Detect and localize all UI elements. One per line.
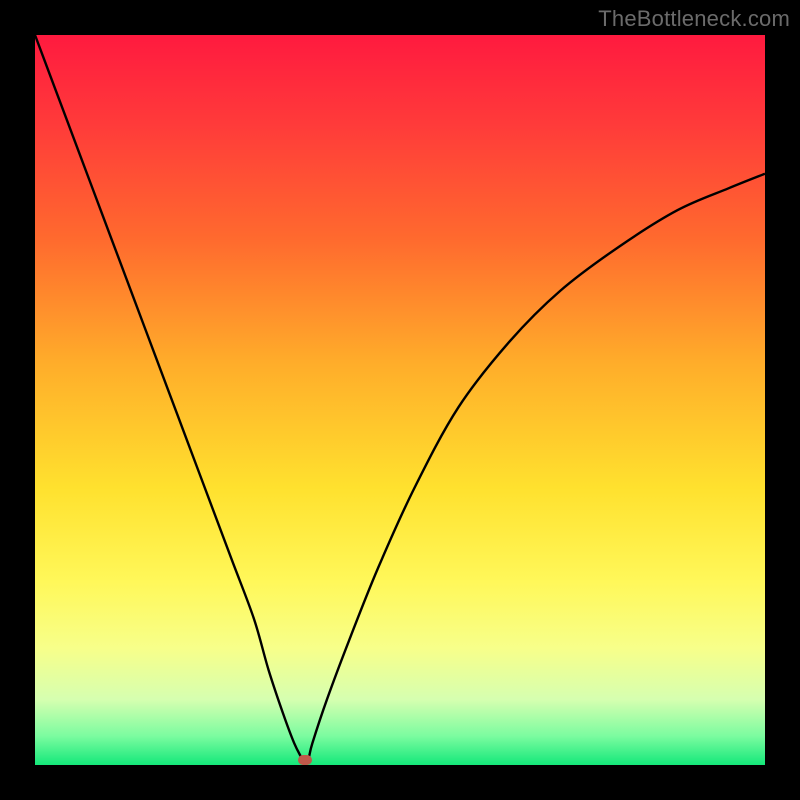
curve-layer: [35, 35, 765, 765]
optimal-point-marker: [298, 755, 312, 765]
chart-frame: TheBottleneck.com: [0, 0, 800, 800]
plot-area: [35, 35, 765, 765]
watermark-text: TheBottleneck.com: [598, 6, 790, 32]
bottleneck-curve: [35, 35, 765, 765]
